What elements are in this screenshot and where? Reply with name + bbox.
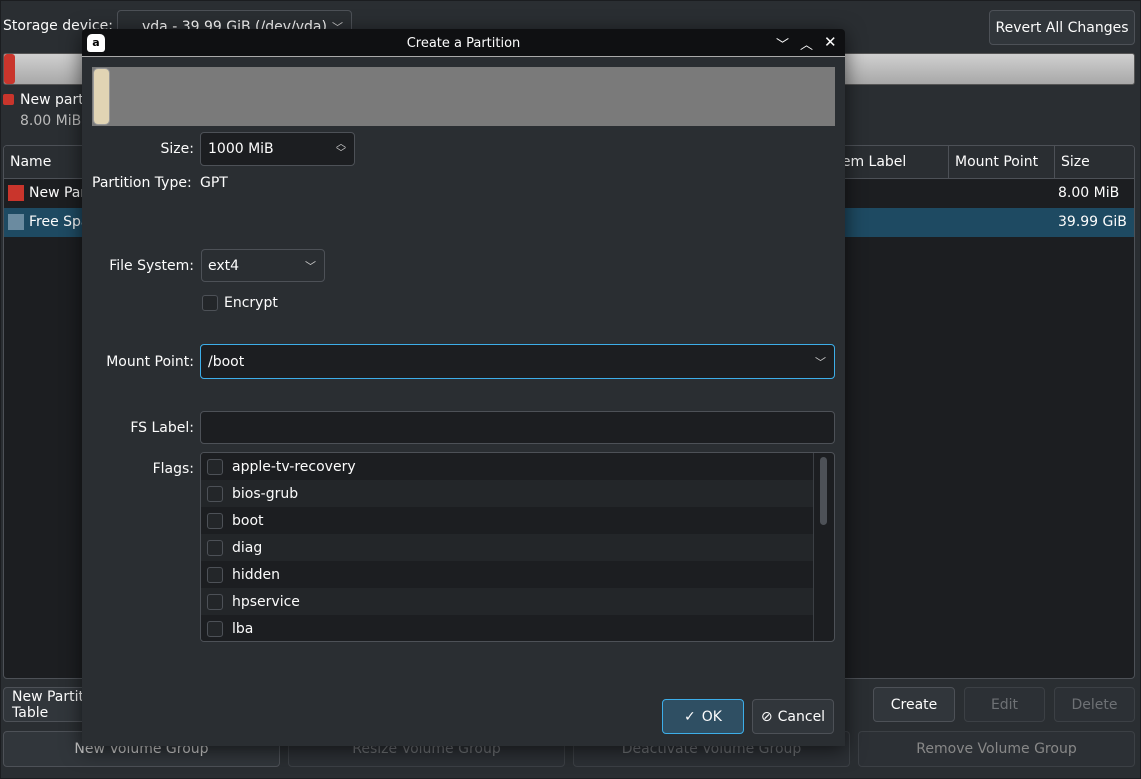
row-size: 8.00 MiB [1058, 185, 1120, 201]
checkbox-icon[interactable] [207, 539, 223, 556]
flag-label: lba [232, 620, 254, 637]
new-partition-segment [4, 54, 15, 84]
chevron-down-icon: ﹀ [305, 259, 316, 273]
size-spinbox[interactable]: 1000 MiB ︿ ﹀ [200, 132, 355, 166]
partition-resize-handle[interactable] [93, 68, 110, 125]
flag-label: diag [232, 539, 263, 556]
file-system-value: ext4 [208, 257, 240, 274]
flag-label: hidden [232, 566, 281, 583]
flag-label: bios-grub [232, 485, 299, 502]
cancel-icon: ⊘ [760, 708, 773, 725]
flag-item[interactable]: lba [201, 615, 813, 641]
flags-label: Flags: [152, 461, 194, 477]
revert-all-button[interactable]: Revert All Changes [989, 10, 1135, 45]
maximize-icon[interactable]: ︿ [800, 34, 813, 53]
partition-type-value: GPT [200, 175, 228, 191]
encrypt-label: Encrypt [224, 295, 278, 311]
checkbox-icon[interactable] [207, 593, 223, 610]
ok-button[interactable]: ✓ OK [662, 699, 744, 734]
create-button[interactable]: Create [873, 687, 955, 722]
checkbox-icon[interactable] [207, 512, 223, 529]
flag-label: apple-tv-recovery [232, 458, 356, 475]
flag-item[interactable]: hidden [201, 561, 813, 588]
fs-label-input[interactable] [200, 411, 835, 444]
checkbox-icon[interactable] [207, 566, 223, 583]
checkbox-icon[interactable] [202, 295, 218, 311]
dialog-title: Create a Partition [406, 36, 521, 51]
chevron-down-icon[interactable]: ﹀ [815, 354, 826, 370]
flag-item[interactable]: apple-tv-recovery [201, 453, 813, 480]
scrollbar[interactable] [813, 453, 834, 641]
row-size: 39.99 GiB [1058, 214, 1127, 230]
checkbox-icon[interactable] [207, 458, 223, 475]
close-icon[interactable]: ✕ [824, 33, 837, 51]
file-system-select[interactable]: ext4 ﹀ [201, 249, 325, 282]
partition-size-bar[interactable] [92, 67, 835, 126]
remove-volume-group-button[interactable]: Remove Volume Group [858, 731, 1135, 767]
partition-color-swatch [8, 185, 24, 201]
col-mount-point[interactable]: Mount Point [948, 146, 1044, 179]
scrollbar-thumb[interactable] [820, 457, 827, 525]
partition-type-label: Partition Type: [92, 175, 192, 191]
flag-label: boot [232, 512, 264, 529]
minimize-icon[interactable]: ﹀ [776, 34, 789, 53]
create-partition-dialog: a Create a Partition ﹀ ︿ ✕ Size: 1000 Mi… [82, 29, 845, 746]
col-size[interactable]: Size [1054, 146, 1096, 179]
fs-label-label: FS Label: [130, 420, 194, 436]
mount-point-combo[interactable]: /boot ﹀ [200, 344, 835, 379]
size-value: 1000 MiB [208, 141, 274, 157]
encrypt-checkbox[interactable]: Encrypt [202, 295, 278, 311]
size-label: Size: [160, 141, 194, 157]
legend-size: 8.00 MiB [20, 113, 82, 129]
flag-item[interactable]: hpservice [201, 588, 813, 615]
dialog-titlebar: a Create a Partition ﹀ ︿ ✕ [82, 29, 845, 57]
delete-button[interactable]: Delete [1054, 687, 1135, 722]
mount-point-label: Mount Point: [106, 354, 194, 370]
spin-arrows-icon[interactable]: ︿ ﹀ [336, 140, 346, 159]
partition-color-swatch [8, 214, 24, 230]
flag-item[interactable]: bios-grub [201, 480, 813, 507]
check-icon: ✓ [684, 708, 696, 725]
flags-list: apple-tv-recovery bios-grub boot diag hidden… [200, 452, 835, 642]
file-system-label: File System: [109, 258, 194, 274]
mount-point-value: /boot [208, 353, 245, 370]
checkbox-icon[interactable] [207, 620, 223, 637]
flag-item[interactable]: diag [201, 534, 813, 561]
flag-label: hpservice [232, 593, 300, 610]
col-name[interactable]: Name [10, 154, 51, 170]
checkbox-icon[interactable] [207, 485, 223, 502]
ok-label: OK [701, 708, 722, 725]
cancel-label: Cancel [777, 708, 826, 725]
edit-button[interactable]: Edit [964, 687, 1045, 722]
flag-item[interactable]: boot [201, 507, 813, 534]
cancel-button[interactable]: ⊘ Cancel [752, 699, 834, 734]
legend-swatch [3, 94, 14, 105]
